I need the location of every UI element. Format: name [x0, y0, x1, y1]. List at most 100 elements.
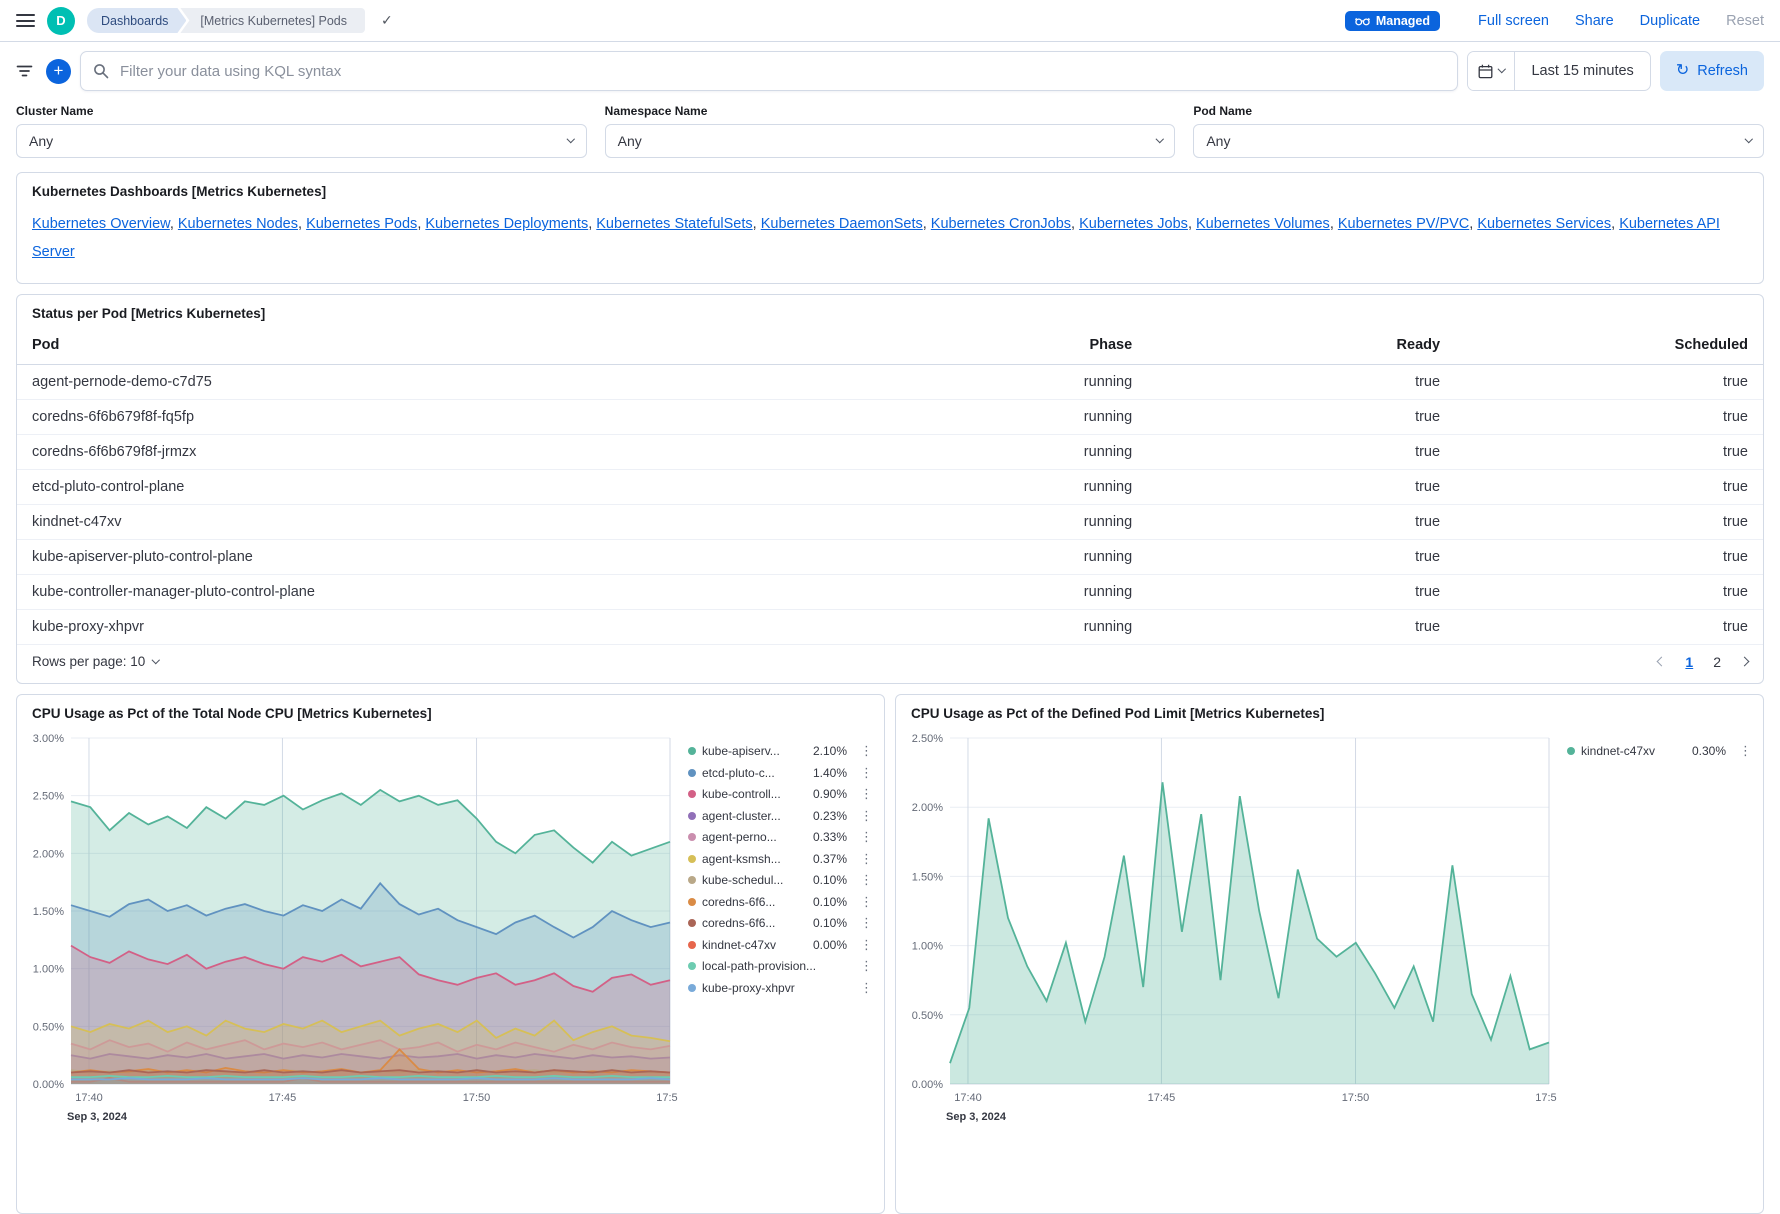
- column-header-phase[interactable]: Phase: [839, 326, 1147, 365]
- legend-menu-icon[interactable]: ⋮: [860, 786, 870, 802]
- chevron-down-icon: [567, 135, 575, 143]
- legend-item[interactable]: etcd-pluto-c...1.40%⋮: [688, 765, 870, 780]
- time-range-label[interactable]: Last 15 minutes: [1515, 63, 1649, 79]
- table-cell: true: [1455, 364, 1763, 399]
- topbar-action-full-screen[interactable]: Full screen: [1478, 13, 1549, 29]
- series-value: 0.10%: [813, 895, 847, 909]
- link-separator: ,: [170, 216, 178, 232]
- filter-button[interactable]: [12, 60, 37, 82]
- svg-text:17:45: 17:45: [269, 1092, 297, 1104]
- series-color-dot: [688, 790, 696, 798]
- refresh-button[interactable]: ↻ Refresh: [1660, 51, 1764, 91]
- table-row: coredns-6f6b679f8f-fq5fprunningtruetrue: [17, 399, 1763, 434]
- search-box: [80, 51, 1458, 91]
- dashboard-link[interactable]: Kubernetes Jobs: [1079, 216, 1188, 232]
- legend-menu-icon[interactable]: ⋮: [860, 743, 870, 759]
- legend-menu-icon[interactable]: ⋮: [860, 808, 870, 824]
- legend-menu-icon[interactable]: ⋮: [860, 765, 870, 781]
- menu-button[interactable]: [16, 14, 35, 27]
- control-select[interactable]: Any: [605, 124, 1176, 158]
- legend-item[interactable]: coredns-6f6...0.10%⋮: [688, 894, 870, 909]
- column-header-ready[interactable]: Ready: [1147, 326, 1455, 365]
- legend-menu-icon[interactable]: ⋮: [860, 851, 870, 867]
- next-page-icon[interactable]: [1740, 657, 1750, 667]
- svg-text:2.50%: 2.50%: [912, 733, 943, 745]
- calendar-icon: [1478, 64, 1493, 79]
- dashboard-link[interactable]: Kubernetes Volumes: [1196, 216, 1330, 232]
- date-picker-button[interactable]: [1468, 52, 1516, 90]
- legend-item[interactable]: kube-proxy-xhpvr ⋮: [688, 980, 870, 995]
- chart-plot-area[interactable]: 0.00%0.50%1.00%1.50%2.00%2.50%3.00%17:40…: [23, 728, 678, 1128]
- managed-badge[interactable]: Managed: [1345, 11, 1440, 31]
- legend-item[interactable]: kindnet-c47xv0.00%⋮: [688, 937, 870, 952]
- legend-menu-icon[interactable]: ⋮: [860, 872, 870, 888]
- chart-canvas[interactable]: 0.00%0.50%1.00%1.50%2.00%2.50%17:4017:45…: [902, 728, 1557, 1128]
- control-select[interactable]: Any: [1193, 124, 1764, 158]
- topbar-action-reset[interactable]: Reset: [1726, 13, 1764, 29]
- page-button-1[interactable]: 1: [1685, 654, 1693, 670]
- plus-icon: +: [54, 62, 64, 79]
- series-name: kube-proxy-xhpvr: [702, 981, 795, 995]
- pod-name-cell: kube-apiserver-pluto-control-plane: [17, 539, 839, 574]
- column-header-scheduled[interactable]: Scheduled: [1455, 326, 1763, 365]
- legend-item[interactable]: agent-perno...0.33%⋮: [688, 830, 870, 845]
- table-footer: Rows per page: 10 1 2: [17, 645, 1763, 683]
- space-avatar[interactable]: D: [47, 7, 75, 35]
- series-name: kube-controll...: [702, 787, 781, 801]
- panel-title: Kubernetes Dashboards [Metrics Kubernete…: [17, 173, 1763, 204]
- control-cluster-name: Cluster NameAny: [16, 104, 587, 158]
- series-color-dot: [688, 941, 696, 949]
- dashboard-link[interactable]: Kubernetes PV/PVC: [1338, 216, 1469, 232]
- chart-plot-area[interactable]: 0.00%0.50%1.00%1.50%2.00%2.50%17:4017:45…: [902, 728, 1557, 1128]
- legend-item[interactable]: kube-schedul...0.10%⋮: [688, 873, 870, 888]
- legend-menu-icon[interactable]: ⋮: [860, 958, 870, 974]
- dashboard-link[interactable]: Kubernetes Nodes: [178, 216, 298, 232]
- series-name: etcd-pluto-c...: [702, 766, 775, 780]
- chart-canvas[interactable]: 0.00%0.50%1.00%1.50%2.00%2.50%3.00%17:40…: [23, 728, 678, 1128]
- kql-search-input[interactable]: [118, 62, 1445, 81]
- add-filter-button[interactable]: +: [46, 59, 71, 84]
- series-color-dot: [688, 984, 696, 992]
- pod-status-table: PodPhaseReadyScheduled agent-pernode-dem…: [17, 326, 1763, 645]
- series-name: local-path-provision...: [702, 959, 816, 973]
- legend-menu-icon[interactable]: ⋮: [860, 980, 870, 996]
- legend-item[interactable]: local-path-provision... ⋮: [688, 959, 870, 974]
- panel-title: Status per Pod [Metrics Kubernetes]: [17, 295, 1763, 326]
- legend-item[interactable]: kindnet-c47xv0.30%⋮: [1567, 744, 1749, 759]
- topbar-action-share[interactable]: Share: [1575, 13, 1614, 29]
- legend-item[interactable]: agent-cluster...0.23%⋮: [688, 808, 870, 823]
- table-cell: true: [1455, 434, 1763, 469]
- legend-item[interactable]: agent-ksmsh...0.37%⋮: [688, 851, 870, 866]
- legend-item[interactable]: coredns-6f6...0.10%⋮: [688, 916, 870, 931]
- dashboard-link[interactable]: Kubernetes StatefulSets: [596, 216, 752, 232]
- table-cell: running: [839, 434, 1147, 469]
- legend-menu-icon[interactable]: ⋮: [860, 937, 870, 953]
- previous-page-icon[interactable]: [1657, 657, 1667, 667]
- legend-menu-icon[interactable]: ⋮: [860, 915, 870, 931]
- column-header-pod[interactable]: Pod: [17, 326, 839, 365]
- dashboard-link[interactable]: Kubernetes CronJobs: [931, 216, 1071, 232]
- dashboard-link[interactable]: Kubernetes Deployments: [425, 216, 588, 232]
- dashboard-link[interactable]: Kubernetes Overview: [32, 216, 170, 232]
- breadcrumb-item[interactable]: Dashboards: [87, 8, 186, 33]
- rows-per-page-button[interactable]: Rows per page: 10: [32, 654, 159, 669]
- table-cell: running: [839, 504, 1147, 539]
- pod-table-body: agent-pernode-demo-c7d75runningtruetruec…: [17, 364, 1763, 644]
- legend-item[interactable]: kube-apiserv...2.10%⋮: [688, 744, 870, 759]
- svg-text:2.00%: 2.00%: [33, 848, 64, 860]
- dashboard-link[interactable]: Kubernetes Pods: [306, 216, 417, 232]
- control-select[interactable]: Any: [16, 124, 587, 158]
- legend-menu-icon[interactable]: ⋮: [860, 894, 870, 910]
- topbar-action-duplicate[interactable]: Duplicate: [1640, 13, 1700, 29]
- legend-menu-icon[interactable]: ⋮: [860, 829, 870, 845]
- dashboard-link[interactable]: Kubernetes DaemonSets: [761, 216, 923, 232]
- legend-item[interactable]: kube-controll...0.90%⋮: [688, 787, 870, 802]
- dashboard-link[interactable]: Kubernetes Services: [1477, 216, 1611, 232]
- page-button-2[interactable]: 2: [1713, 654, 1721, 670]
- svg-text:0.50%: 0.50%: [33, 1021, 64, 1033]
- legend-menu-icon[interactable]: ⋮: [1739, 743, 1749, 759]
- svg-text:0.50%: 0.50%: [912, 1009, 943, 1021]
- series-name: kindnet-c47xv: [702, 938, 776, 952]
- svg-text:1.50%: 1.50%: [33, 906, 64, 918]
- links-panel: Kubernetes Dashboards [Metrics Kubernete…: [16, 172, 1764, 284]
